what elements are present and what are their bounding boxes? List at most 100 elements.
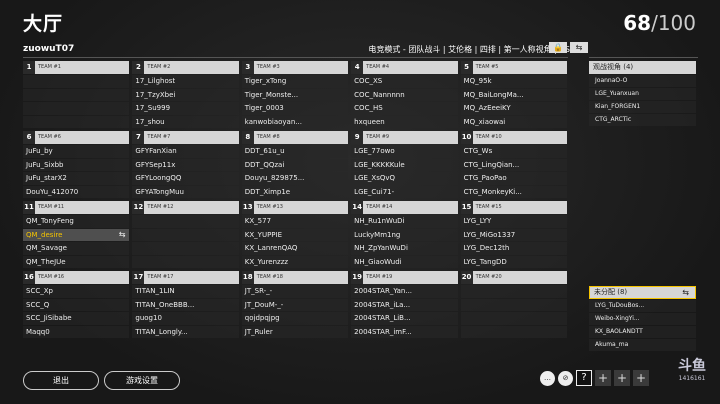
swap-icon[interactable]: ⇆ [119, 229, 126, 242]
team-header[interactable]: 1 TEAM #1 [23, 61, 130, 74]
player-slot[interactable]: hxqueen [351, 115, 458, 128]
team-header[interactable]: 16 TEAM #16 [23, 271, 130, 284]
player-slot[interactable]: QM_Savage [23, 242, 130, 255]
player-slot[interactable]: 17_shou [132, 115, 239, 128]
player-slot[interactable]: CTG_Ws [460, 145, 567, 158]
team-header[interactable]: 2 TEAM #2 [132, 61, 239, 74]
player-slot[interactable]: JuFu_by [23, 145, 130, 158]
player-slot[interactable]: GFYSep11x [132, 158, 239, 171]
team-header[interactable]: 20 TEAM #20 [460, 271, 567, 284]
team-header[interactable]: 11 TEAM #11 [23, 201, 130, 214]
player-slot[interactable]: JT_Ruler [241, 325, 349, 338]
spectator-title[interactable]: 观战视角 (4) [589, 61, 696, 74]
player-slot[interactable]: 2004STAR_LiB... [351, 312, 458, 325]
player-slot[interactable]: CTG_MonkeyKi... [460, 185, 567, 198]
player-slot[interactable]: JuFu_starX2 [23, 172, 130, 185]
player-slot[interactable]: MQ_AzEeeiKY [460, 102, 567, 115]
team-header[interactable]: 10 TEAM #10 [460, 131, 567, 144]
list-item[interactable]: LYG_TuDouBos... [589, 300, 696, 312]
player-slot[interactable] [23, 102, 130, 115]
list-item[interactable]: JoannaO-O [589, 75, 696, 87]
player-slot[interactable]: 17_Su999 [132, 102, 239, 115]
player-slot[interactable]: KX_Yurenzzz [241, 255, 349, 268]
team-header[interactable]: 9 TEAM #9 [351, 131, 458, 144]
list-item[interactable]: CTG_ARCTic [589, 114, 696, 126]
player-slot[interactable] [132, 228, 239, 241]
player-slot[interactable]: 2004STAR_iLa... [351, 298, 458, 311]
player-slot[interactable]: MQ_xiaowai [460, 115, 567, 128]
player-slot[interactable]: Tiger_Monste... [241, 88, 349, 101]
player-slot[interactable]: KX_LanrenQAQ [241, 242, 349, 255]
player-slot[interactable]: COC_HS [351, 102, 458, 115]
player-slot[interactable]: 2004STAR_imF... [351, 325, 458, 338]
player-slot[interactable]: COC_XS [351, 75, 458, 88]
help-button[interactable]: ? [576, 370, 592, 386]
add-button-3[interactable]: + [633, 370, 649, 386]
team-header[interactable]: 7 TEAM #7 [132, 131, 239, 144]
list-item[interactable]: LGE_Yuanxuan [589, 88, 696, 100]
exit-button[interactable]: 退出 [23, 371, 99, 390]
add-button-2[interactable]: + [614, 370, 630, 386]
player-slot[interactable]: COC_Nannnnn [351, 88, 458, 101]
team-header[interactable]: 8 TEAM #8 [241, 131, 349, 144]
player-slot[interactable]: Douyu_829875... [241, 172, 349, 185]
team-header[interactable]: 12 TEAM #12 [132, 201, 239, 214]
player-slot[interactable]: Tiger_0003 [241, 102, 349, 115]
player-slot[interactable]: QM_TheJUe [23, 255, 130, 268]
team-header[interactable]: 4 TEAM #4 [351, 61, 458, 74]
team-header[interactable]: 13 TEAM #13 [241, 201, 349, 214]
player-slot[interactable] [460, 285, 567, 298]
player-slot[interactable]: GFYATongMuu [132, 185, 239, 198]
player-slot[interactable]: TITAN_Longly... [132, 325, 239, 338]
add-button-1[interactable]: + [595, 370, 611, 386]
player-slot[interactable]: SCC_JiSibabe [23, 312, 130, 325]
player-slot[interactable]: NH_ZpYanWuDi [351, 242, 458, 255]
team-header[interactable]: 18 TEAM #18 [241, 271, 349, 284]
list-item[interactable]: Weibo-XingYi... [589, 313, 696, 325]
team-header[interactable]: 6 TEAM #6 [23, 131, 130, 144]
player-slot[interactable]: DDT_61u_u [241, 145, 349, 158]
player-slot[interactable]: kanwobiaoyan... [241, 115, 349, 128]
swap-icon[interactable]: ⇆ [570, 42, 588, 53]
player-slot[interactable]: TITAN_1LIN [132, 285, 239, 298]
list-item[interactable]: Kian_FORGEN1 [589, 101, 696, 113]
player-slot[interactable]: SCC_Q [23, 298, 130, 311]
player-slot[interactable] [460, 325, 567, 338]
mute-icon[interactable]: ⊘ [558, 370, 573, 386]
swap-icon[interactable]: ⇆ [682, 287, 689, 298]
game-settings-button[interactable]: 游戏设置 [104, 371, 180, 390]
player-slot[interactable]: LGE_XsQvQ [351, 172, 458, 185]
player-slot[interactable] [132, 242, 239, 255]
player-slot[interactable] [132, 215, 239, 228]
player-slot[interactable]: LYG_Dec12th [460, 242, 567, 255]
team-header[interactable]: 3 TEAM #3 [241, 61, 349, 74]
player-slot[interactable]: 17_Lilghost [132, 75, 239, 88]
player-slot[interactable]: NH_GiaoWudi [351, 255, 458, 268]
player-slot[interactable]: MQ_95k [460, 75, 567, 88]
player-slot[interactable]: DDT_QQzai [241, 158, 349, 171]
team-header[interactable]: 15 TEAM #15 [460, 201, 567, 214]
player-slot[interactable] [132, 255, 239, 268]
chat-icon[interactable]: … [540, 370, 555, 386]
player-slot[interactable]: GFYFanXian [132, 145, 239, 158]
player-slot[interactable]: DouYu_412070 [23, 185, 130, 198]
player-slot[interactable]: LGE_Cui71- [351, 185, 458, 198]
player-slot[interactable]: CTG_LingQian... [460, 158, 567, 171]
lock-icon[interactable]: 🔒 [549, 42, 567, 53]
player-slot[interactable]: LYG_MiGo1337 [460, 228, 567, 241]
team-header[interactable]: 14 TEAM #14 [351, 201, 458, 214]
player-slot[interactable]: KX_577 [241, 215, 349, 228]
player-slot[interactable]: LuckyMm1ng [351, 228, 458, 241]
player-slot[interactable]: GFYLoongQQ [132, 172, 239, 185]
player-slot[interactable]: TITAN_OneBBB... [132, 298, 239, 311]
team-header[interactable]: 5 TEAM #5 [460, 61, 567, 74]
team-header[interactable]: 17 TEAM #17 [132, 271, 239, 284]
player-slot[interactable] [460, 298, 567, 311]
player-slot[interactable]: CTG_PaoPao [460, 172, 567, 185]
player-slot[interactable]: LGE_77owo [351, 145, 458, 158]
player-slot[interactable]: 17_TzyXbei [132, 88, 239, 101]
player-slot[interactable]: JT_SR-_- [241, 285, 349, 298]
player-slot[interactable]: qojdpqjpg [241, 312, 349, 325]
player-slot[interactable] [460, 312, 567, 325]
unassigned-title[interactable]: 未分配 (8) ⇆ [589, 286, 696, 299]
